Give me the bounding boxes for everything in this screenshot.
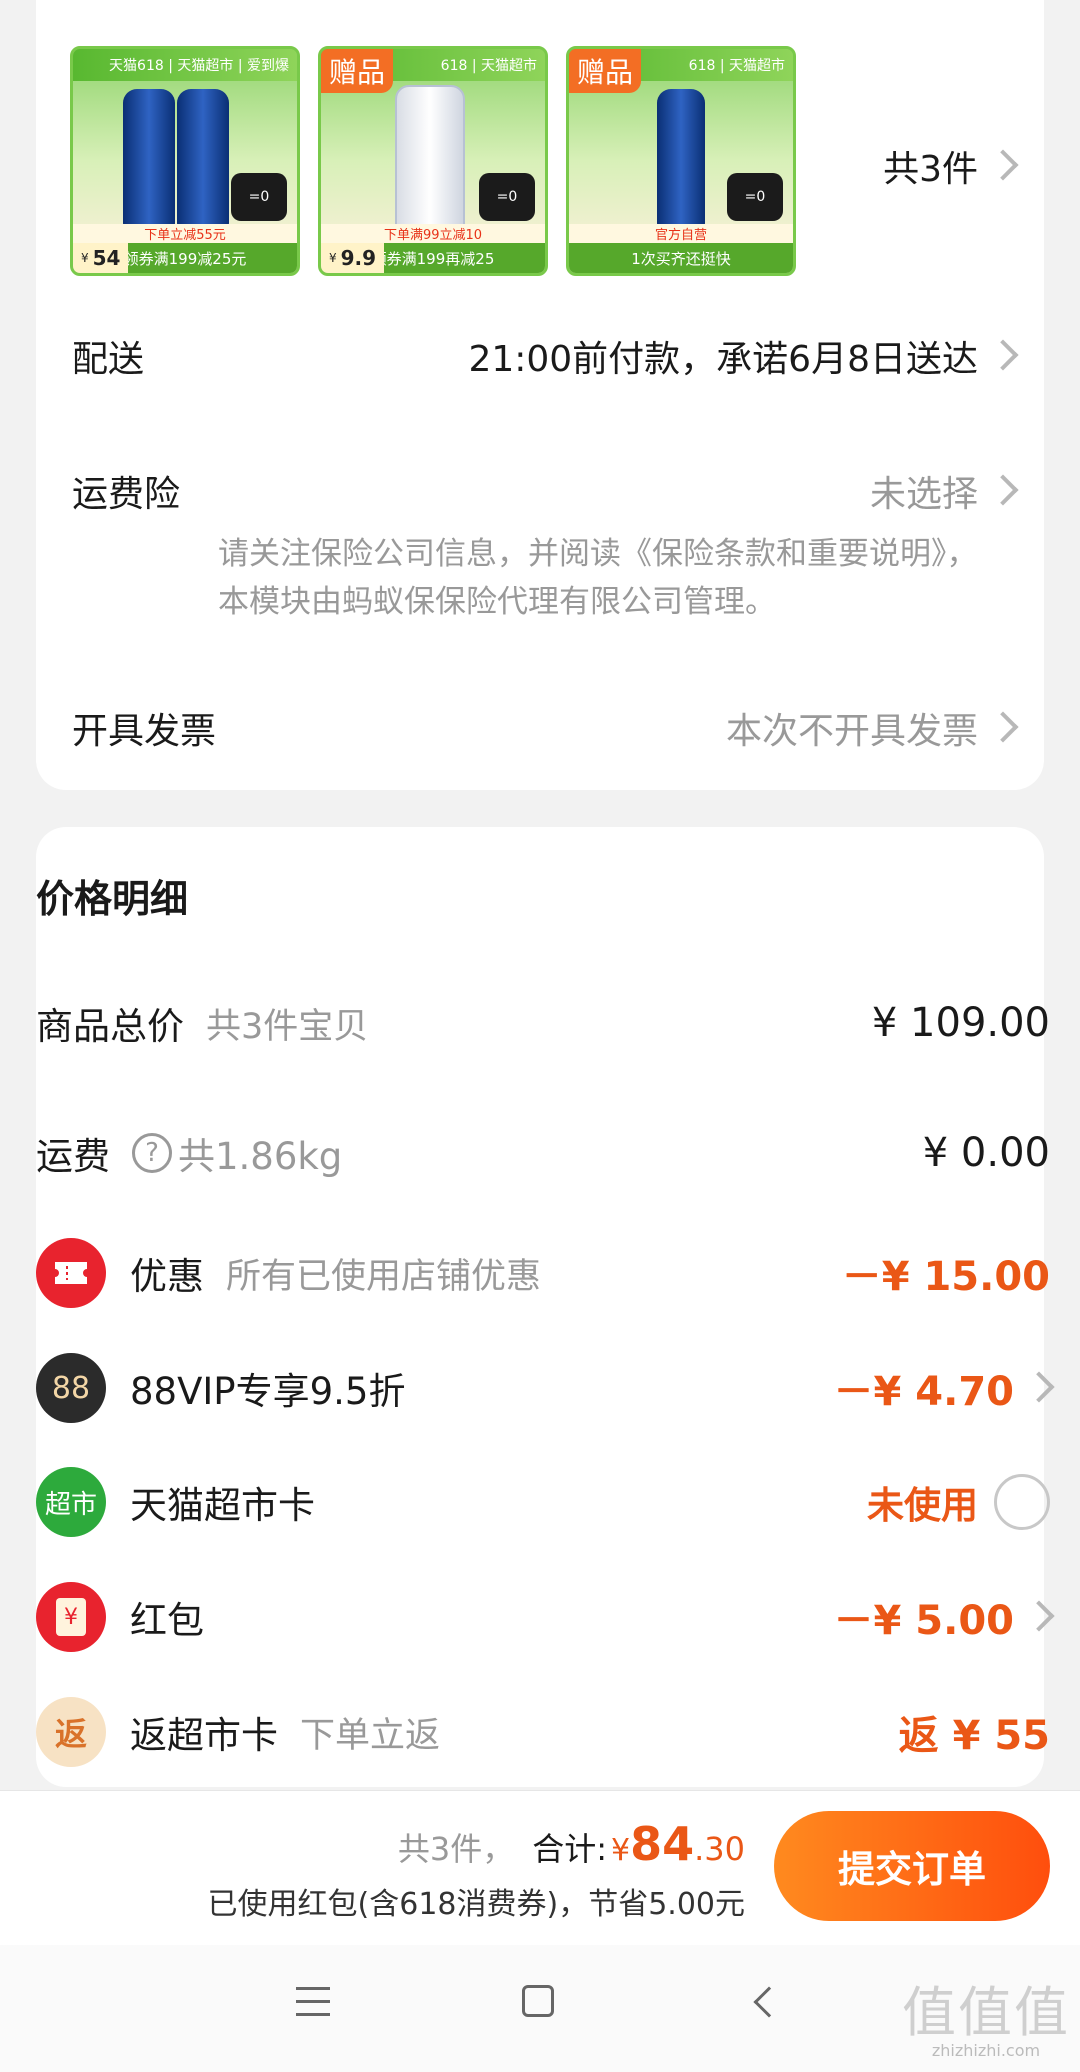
price-detail-title: 价格明细 <box>36 877 189 921</box>
rebate-icon: 返 <box>36 1697 106 1767</box>
product-top-banner: 天猫618 | 天猫超市 | 爱到爆 <box>73 49 297 81</box>
rebate-amount: 返 ¥ 55 <box>898 1713 1050 1759</box>
chevron-right-icon <box>987 710 1019 743</box>
vip-88-icon: 88 <box>36 1353 106 1423</box>
rebate-label: 返超市卡 <box>130 1714 278 1757</box>
gift-tag: 赠品 <box>569 49 642 93</box>
market-card-label: 天猫超市卡 <box>130 1484 315 1527</box>
discount-sub: 所有已使用店铺优惠 <box>226 1256 542 1297</box>
bottle-image <box>177 89 229 229</box>
product-thumbnails[interactable]: 天猫618 | 天猫超市 | 爱到爆 =0 下单立减55元 领券满199减25元… <box>70 46 796 276</box>
total-decimal: .30 <box>694 1830 745 1868</box>
discount-row: 优惠 所有已使用店铺优惠 －¥ 15.00 <box>36 1238 1050 1308</box>
tmall-cat-icon: =0 <box>479 173 535 221</box>
chevron-right-icon <box>987 148 1019 181</box>
rebate-sub: 下单立返 <box>300 1715 441 1756</box>
shipping-fee-label: 运费 <box>36 1135 110 1178</box>
submit-order-button[interactable]: 提交订单 <box>774 1811 1050 1921</box>
insurance-label: 运费险 <box>72 474 181 515</box>
vip-amount: －¥ 4.70 <box>833 1369 1014 1415</box>
red-packet-row[interactable]: ¥ 红包 －¥ 5.00 <box>36 1582 1055 1652</box>
product-price: ¥54 <box>73 243 129 273</box>
saving-note: 已使用红包(含618消费券)，节省5.00元 <box>207 1887 745 1922</box>
rebate-row: 返 返超市卡 下单立返 返 ¥ 55 <box>36 1697 1050 1767</box>
delivery-label: 配送 <box>72 339 145 380</box>
checkout-bar: 共3件， 合计: ¥ 84 .30 已使用红包(含618消费券)，节省5.00元… <box>0 1790 1080 1945</box>
product-thumb-1[interactable]: 天猫618 | 天猫超市 | 爱到爆 =0 下单立减55元 领券满199减25元… <box>70 46 300 276</box>
market-card-status: 未使用 <box>867 1484 978 1527</box>
product-promo: 下单满99立减10 <box>321 224 545 243</box>
menu-icon[interactable] <box>296 1987 330 2017</box>
goods-total-label: 商品总价 <box>36 1005 184 1048</box>
order-info-card: 天猫618 | 天猫超市 | 爱到爆 =0 下单立减55元 领券满199减25元… <box>36 0 1044 790</box>
total-yen: ¥ <box>611 1833 631 1868</box>
vip-discount-row[interactable]: 88 88VIP专享9.5折 －¥ 4.70 <box>36 1353 1055 1423</box>
market-card-radio[interactable] <box>994 1474 1050 1530</box>
watermark: 值值值 zhizhizhi.com <box>902 1981 1070 2061</box>
market-card-row[interactable]: 超市 天猫超市卡 未使用 <box>36 1467 1050 1537</box>
goods-total-amount: ¥ 109.00 <box>871 1000 1050 1046</box>
discount-label: 优惠 <box>130 1255 204 1298</box>
shipping-fee-row: 运费? 共1.86kg ¥ 0.00 <box>36 1126 1050 1180</box>
item-count-label: 共3件 <box>883 149 978 190</box>
item-count-link[interactable]: 共3件 <box>883 140 1019 192</box>
shipping-weight: 共1.86kg <box>178 1135 343 1178</box>
red-packet-amount: －¥ 5.00 <box>833 1598 1014 1644</box>
product-thumb-3[interactable]: 赠品 618 | 天猫超市 =0 官方自营 1次买齐还挺快 <box>566 46 796 276</box>
delivery-row[interactable]: 配送 21:00前付款，承诺6月8日送达 <box>72 330 1019 382</box>
insurance-value: 未选择 <box>869 474 978 515</box>
total-integer: 84 <box>630 1817 695 1871</box>
product-promo: 下单立减55元 <box>73 224 297 243</box>
home-square-icon[interactable] <box>522 1985 554 2017</box>
order-total: 共3件， 合计: ¥ 84 .30 <box>398 1817 745 1871</box>
delivery-value: 21:00前付款，承诺6月8日送达 <box>468 339 978 380</box>
bottle-image <box>123 89 175 229</box>
chevron-right-icon <box>987 338 1019 371</box>
goods-total-sub: 共3件宝贝 <box>206 1006 369 1047</box>
red-packet-icon: ¥ <box>36 1582 106 1652</box>
watermark-logo: 值值值 <box>902 1981 1070 2044</box>
product-promo: 官方自营 <box>569 224 793 243</box>
chevron-right-icon <box>987 473 1019 506</box>
invoice-value: 本次不开具发票 <box>725 711 978 752</box>
product-thumb-2[interactable]: 赠品 618 | 天猫超市 =0 下单满99立减10 领券满199再减25 ¥9… <box>318 46 548 276</box>
total-count: 共3件， <box>397 1830 515 1868</box>
shipping-insurance-row[interactable]: 运费险 未选择 <box>72 465 1019 517</box>
shipping-fee-amount: ¥ 0.00 <box>922 1130 1050 1176</box>
gift-tag: 赠品 <box>321 49 394 93</box>
tmall-cat-icon: =0 <box>231 173 287 221</box>
supermarket-card-icon: 超市 <box>36 1467 106 1537</box>
chevron-right-icon <box>1023 1370 1055 1403</box>
discount-amount: －¥ 15.00 <box>841 1254 1050 1300</box>
chevron-right-icon <box>1023 1599 1055 1632</box>
system-nav-bar: 值值值 zhizhizhi.com <box>0 1945 1080 2072</box>
vip-label: 88VIP专享9.5折 <box>130 1370 406 1413</box>
bottle-image <box>395 85 465 230</box>
tmall-cat-icon: =0 <box>727 173 783 221</box>
product-price: ¥9.9 <box>321 243 385 273</box>
invoice-row[interactable]: 开具发票 本次不开具发票 <box>72 702 1019 754</box>
back-icon[interactable] <box>753 1986 785 2018</box>
red-packet-glyph: ¥ <box>56 1598 86 1636</box>
help-icon[interactable]: ? <box>132 1133 172 1173</box>
product-coupon-strip: 1次买齐还挺快 <box>569 243 793 273</box>
ticket-icon <box>36 1238 106 1308</box>
goods-total-row: 商品总价 共3件宝贝 ¥ 109.00 <box>36 996 1050 1050</box>
total-label: 合计: <box>532 1830 607 1868</box>
red-packet-label: 红包 <box>130 1599 204 1642</box>
insurance-notice: 请关注保险公司信息，并阅读《保险条款和重要说明》，本模块由蚂蚁保保险代理有限公司… <box>218 536 978 620</box>
invoice-label: 开具发票 <box>72 711 217 752</box>
bottle-image <box>657 89 705 229</box>
